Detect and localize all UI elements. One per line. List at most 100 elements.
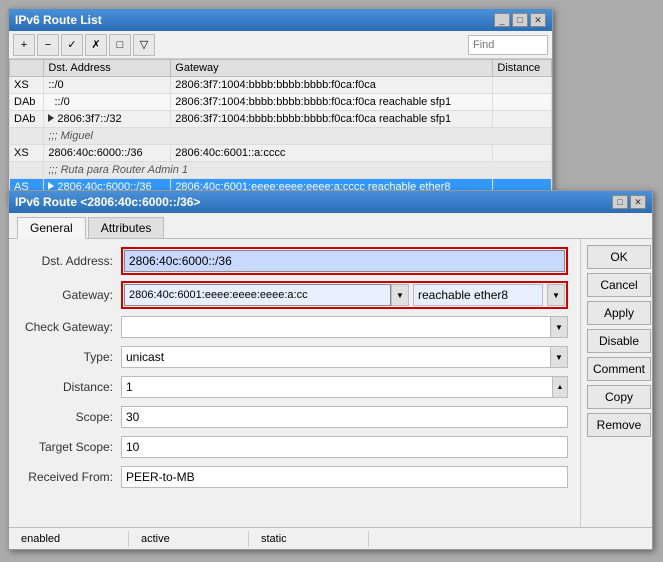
close-button[interactable]: ✕: [530, 13, 546, 27]
table-row-group: ;;; Miguel: [10, 128, 552, 145]
check-button[interactable]: ✓: [61, 34, 83, 56]
table-row[interactable]: XS ::/0 2806:3f7:1004:bbbb:bbbb:bbbb:f0c…: [10, 77, 552, 94]
gateway-suffix-dropdown-button[interactable]: ▼: [547, 284, 565, 306]
maximize-button[interactable]: □: [512, 13, 528, 27]
gateway-suffix-input[interactable]: [413, 284, 543, 306]
row-distance: [493, 94, 552, 111]
gateway-input[interactable]: [124, 284, 391, 306]
detail-minimize-button[interactable]: □: [612, 195, 628, 209]
apply-button[interactable]: Apply: [587, 301, 651, 325]
col-dst: Dst. Address: [44, 60, 171, 77]
target-scope-input[interactable]: [121, 436, 568, 458]
received-from-label: Received From:: [21, 470, 121, 484]
detail-window-title: IPv6 Route <2806:40c:6000::/36>: [15, 195, 200, 209]
minimize-button[interactable]: _: [494, 13, 510, 27]
list-window-controls: _ □ ✕: [494, 13, 546, 27]
distance-row: Distance: ▲: [21, 375, 568, 399]
tab-bar: General Attributes: [9, 213, 652, 239]
scope-label: Scope:: [21, 410, 121, 424]
gateway-field-wrapper: ▼ ▼: [121, 281, 568, 309]
table-row[interactable]: XS 2806:40c:6000::/36 2806:40c:6001::a:c…: [10, 145, 552, 162]
status-static: static: [249, 531, 369, 547]
list-window: IPv6 Route List _ □ ✕ + − ✓ ✗ □ ▽ Dst. A…: [8, 8, 553, 203]
row-type: DAb: [10, 94, 44, 111]
tab-attributes[interactable]: Attributes: [88, 217, 165, 238]
route-table-container: Dst. Address Gateway Distance XS ::/0 28…: [9, 59, 552, 202]
filter-button[interactable]: ▽: [133, 34, 155, 56]
type-input[interactable]: [121, 346, 550, 368]
detail-body: Dst. Address: Gateway: ▼ ▼: [9, 239, 652, 535]
scope-row: Scope:: [21, 405, 568, 429]
cancel-button[interactable]: Cancel: [587, 273, 651, 297]
disable-button[interactable]: Disable: [587, 329, 651, 353]
route-table: Dst. Address Gateway Distance XS ::/0 28…: [9, 59, 552, 196]
received-from-row: Received From:: [21, 465, 568, 489]
table-row[interactable]: DAb ::/0 2806:3f7:1004:bbbb:bbbb:bbbb:f0…: [10, 94, 552, 111]
row-dst: ::/0: [44, 77, 171, 94]
row-gateway: 2806:3f7:1004:bbbb:bbbb:bbbb:f0ca:f0ca r…: [171, 111, 493, 128]
type-row: Type: ▼: [21, 345, 568, 369]
target-scope-row: Target Scope:: [21, 435, 568, 459]
status-active: active: [129, 531, 249, 547]
row-type: XS: [10, 145, 44, 162]
row-dst: ::/0: [44, 94, 171, 111]
distance-spinbox: ▲: [121, 376, 568, 398]
tab-general[interactable]: General: [17, 217, 86, 239]
row-type: [10, 162, 44, 179]
row-gateway: 2806:3f7:1004:bbbb:bbbb:bbbb:f0ca:f0ca: [171, 77, 493, 94]
status-enabled: enabled: [9, 531, 129, 547]
list-window-title: IPv6 Route List: [15, 13, 102, 27]
row-type: [10, 128, 44, 145]
dst-address-row: Dst. Address:: [21, 247, 568, 275]
sidebar-buttons: OK Cancel Apply Disable Comment Copy Rem…: [580, 239, 652, 535]
row-group-label: ;;; Miguel: [44, 128, 552, 145]
row-gateway: 2806:3f7:1004:bbbb:bbbb:bbbb:f0ca:f0ca r…: [171, 94, 493, 111]
table-row-group: ;;; Ruta para Router Admin 1: [10, 162, 552, 179]
dst-address-label: Dst. Address:: [21, 254, 121, 268]
row-type: DAb: [10, 111, 44, 128]
col-distance: Distance: [493, 60, 552, 77]
distance-input[interactable]: [121, 376, 552, 398]
remove-button[interactable]: Remove: [587, 413, 651, 437]
gateway-dropdown-button[interactable]: ▼: [391, 284, 409, 306]
detail-window-controls: □ ✕: [612, 195, 646, 209]
copy-button[interactable]: Copy: [587, 385, 651, 409]
col-gateway: Gateway: [171, 60, 493, 77]
row-distance: [493, 145, 552, 162]
form-area: Dst. Address: Gateway: ▼ ▼: [9, 239, 580, 535]
distance-label: Distance:: [21, 380, 121, 394]
target-scope-label: Target Scope:: [21, 440, 121, 454]
received-from-input[interactable]: [121, 466, 568, 488]
find-input[interactable]: [468, 35, 548, 55]
row-dst: 2806:3f7::/32: [44, 111, 171, 128]
gateway-input-group: ▼: [124, 284, 409, 306]
toolbar: + − ✓ ✗ □ ▽: [9, 31, 552, 59]
ok-button[interactable]: OK: [587, 245, 651, 269]
type-dropdown-button[interactable]: ▼: [550, 346, 568, 368]
check-gateway-input[interactable]: [121, 316, 550, 338]
detail-close-button[interactable]: ✕: [630, 195, 646, 209]
scope-input[interactable]: [121, 406, 568, 428]
status-bar: enabled active static: [9, 527, 652, 549]
dst-address-field-wrapper: [121, 247, 568, 275]
type-label: Type:: [21, 350, 121, 364]
gateway-label: Gateway:: [21, 288, 121, 302]
detail-window: IPv6 Route <2806:40c:6000::/36> □ ✕ Gene…: [8, 190, 653, 550]
x-button[interactable]: ✗: [85, 34, 107, 56]
check-gateway-row: Check Gateway: ▼: [21, 315, 568, 339]
check-gateway-dropdown-button[interactable]: ▼: [550, 316, 568, 338]
table-row[interactable]: DAb 2806:3f7::/32 2806:3f7:1004:bbbb:bbb…: [10, 111, 552, 128]
list-window-title-bar: IPv6 Route List _ □ ✕: [9, 9, 552, 31]
col-type: [10, 60, 44, 77]
copy-button[interactable]: □: [109, 34, 131, 56]
dst-address-input[interactable]: [124, 250, 565, 272]
row-distance: [493, 77, 552, 94]
check-gateway-label: Check Gateway:: [21, 320, 121, 334]
gateway-row: Gateway: ▼ ▼: [21, 281, 568, 309]
row-group-label: ;;; Ruta para Router Admin 1: [44, 162, 552, 179]
row-gateway: 2806:40c:6001::a:cccc: [171, 145, 493, 162]
comment-button[interactable]: Comment: [587, 357, 651, 381]
distance-spinbox-button[interactable]: ▲: [552, 376, 568, 398]
remove-button[interactable]: −: [37, 34, 59, 56]
add-button[interactable]: +: [13, 34, 35, 56]
